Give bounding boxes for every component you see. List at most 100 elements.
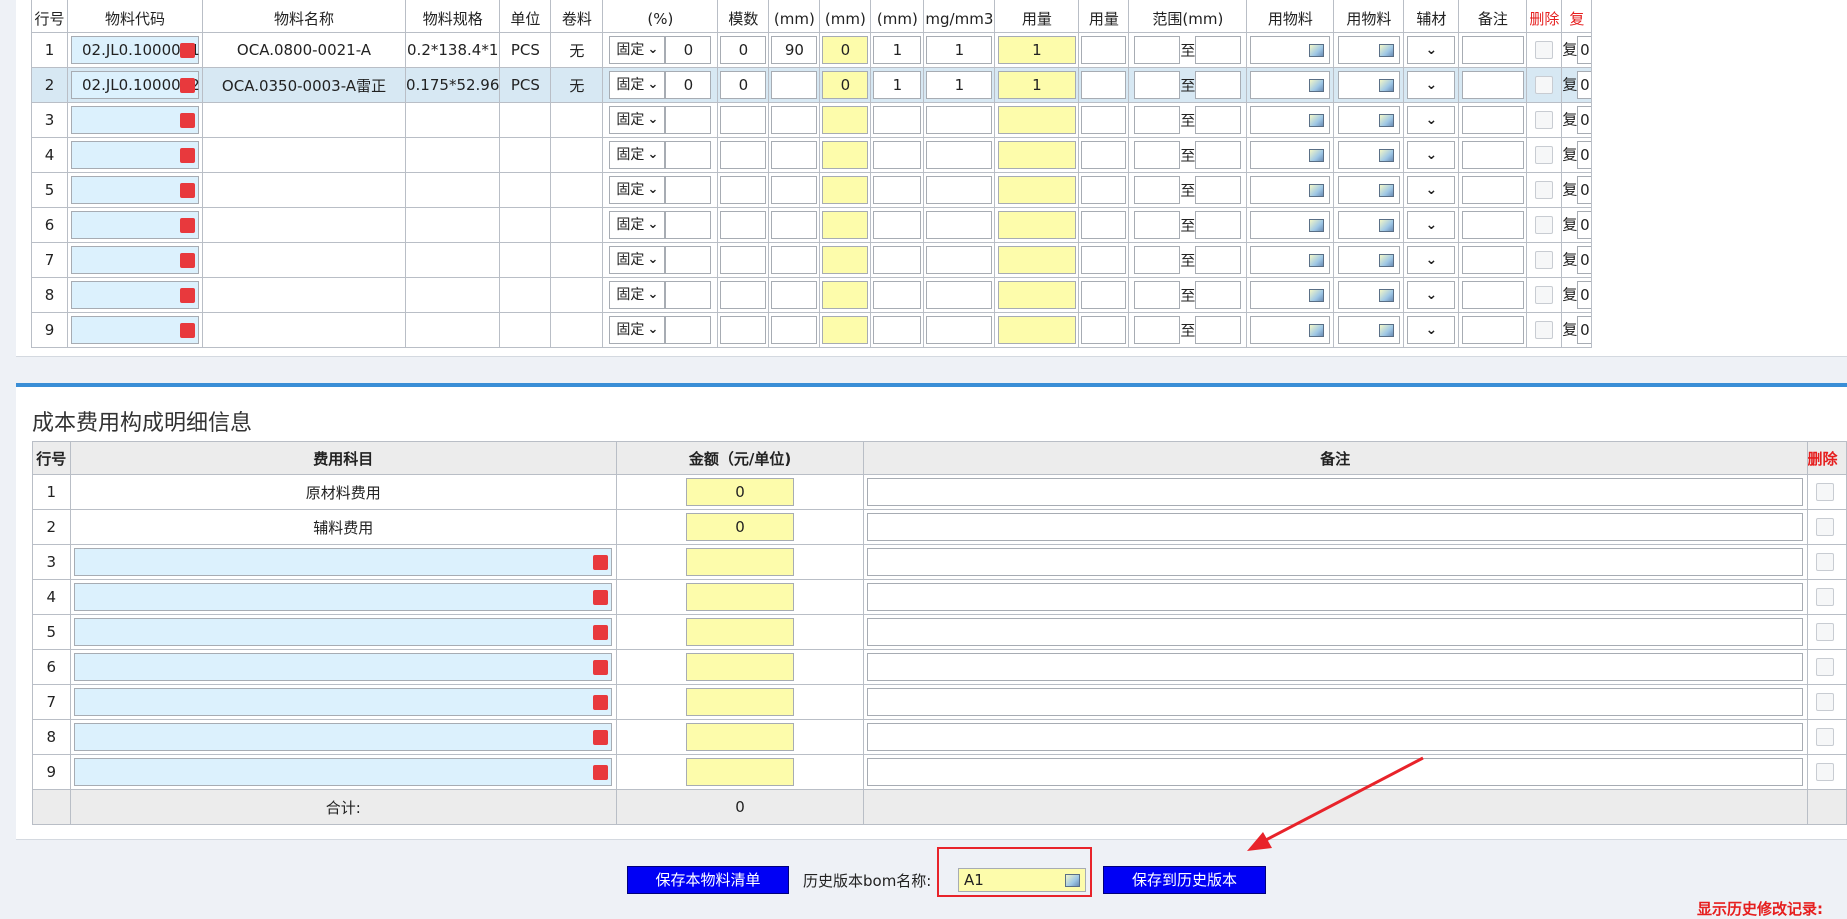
auxiliary-select[interactable]: ⌄ <box>1407 36 1456 64</box>
width-input[interactable]: 0 <box>822 71 869 99</box>
quantity-input[interactable] <box>997 106 1076 134</box>
loss-rate-input[interactable] <box>665 316 712 344</box>
length-input[interactable] <box>771 246 818 274</box>
material-code-input[interactable]: 02.JL0.1000001 <box>71 36 200 64</box>
table-row[interactable]: 3 <box>32 544 1847 580</box>
remark-input[interactable] <box>1461 316 1524 344</box>
quantity-input[interactable]: 1 <box>997 71 1076 99</box>
quantity2-input[interactable] <box>1081 36 1127 64</box>
cost-remark-input[interactable] <box>867 513 1804 541</box>
density-input[interactable] <box>926 141 993 169</box>
table-row[interactable]: 5 <box>32 614 1847 650</box>
type-select[interactable]: 固定 ⌄ <box>609 246 666 274</box>
quantity2-input[interactable] <box>1081 71 1127 99</box>
auxiliary-select[interactable]: ⌄ <box>1407 281 1456 309</box>
length-input[interactable] <box>771 71 818 99</box>
table-row[interactable]: 7 <box>32 684 1847 720</box>
density-input[interactable] <box>926 176 993 204</box>
remark-input[interactable] <box>1461 106 1524 134</box>
table-row[interactable]: 7 固定 ⌄ 至 ⌄ 复 0 <box>31 242 1593 278</box>
range-to-input[interactable] <box>1195 316 1242 344</box>
cost-remark-input[interactable] <box>867 548 1804 576</box>
save-to-history-button[interactable]: 保存到历史版本 <box>1103 866 1266 894</box>
length-input[interactable] <box>771 316 818 344</box>
cost-remark-input[interactable] <box>867 653 1804 681</box>
delete-checkbox[interactable] <box>1535 286 1554 305</box>
clear-icon[interactable] <box>180 113 195 128</box>
cost-item-input[interactable] <box>74 688 613 716</box>
thickness-input[interactable] <box>873 281 922 309</box>
picker-icon[interactable] <box>1309 289 1325 302</box>
table-row[interactable]: 3 固定 ⌄ 至 ⌄ 复 0 <box>31 102 1593 138</box>
remark-input[interactable] <box>1461 281 1524 309</box>
cost-amount-input[interactable]: 0 <box>686 513 795 541</box>
substitute-material-picker[interactable] <box>1250 246 1331 274</box>
table-row[interactable]: 8 固定 ⌄ 至 ⌄ 复 0 <box>31 277 1593 313</box>
cost-remark-input[interactable] <box>867 618 1804 646</box>
common-material-picker[interactable] <box>1337 176 1400 204</box>
density-input[interactable] <box>926 316 993 344</box>
length-input[interactable]: 90 <box>771 36 818 64</box>
type-select[interactable]: 固定 ⌄ <box>609 141 666 169</box>
copy-input[interactable]: 0 <box>1577 106 1591 134</box>
mold-input[interactable] <box>720 176 767 204</box>
delete-checkbox[interactable] <box>1815 693 1834 712</box>
remark-input[interactable] <box>1461 211 1524 239</box>
picker-icon[interactable] <box>1309 219 1325 232</box>
type-select[interactable]: 固定 ⌄ <box>609 36 666 64</box>
density-input[interactable] <box>926 281 993 309</box>
range-to-input[interactable] <box>1195 246 1242 274</box>
picker-icon[interactable] <box>1378 114 1394 127</box>
cost-amount-input[interactable] <box>686 548 795 576</box>
clear-icon[interactable] <box>180 183 195 198</box>
length-input[interactable] <box>771 281 818 309</box>
picker-icon[interactable] <box>1309 79 1325 92</box>
length-input[interactable] <box>771 106 818 134</box>
picker-icon[interactable] <box>1378 254 1394 267</box>
remark-input[interactable] <box>1461 36 1524 64</box>
clear-icon[interactable] <box>593 660 609 675</box>
picker-icon[interactable] <box>1309 254 1325 267</box>
cost-amount-input[interactable] <box>686 618 795 646</box>
picker-icon[interactable] <box>1378 219 1394 232</box>
range-from-input[interactable] <box>1134 211 1181 239</box>
table-row[interactable]: 1 02.JL0.1000001 OCA.0800-0021-A 0.2*138.4*… <box>31 32 1593 68</box>
common-material-picker[interactable] <box>1337 281 1400 309</box>
clear-icon[interactable] <box>593 590 609 605</box>
cost-item-input[interactable] <box>74 758 613 786</box>
length-input[interactable] <box>771 176 818 204</box>
table-row[interactable]: 8 <box>32 719 1847 755</box>
type-select[interactable]: 固定 ⌄ <box>609 176 666 204</box>
picker-icon[interactable] <box>1378 79 1394 92</box>
range-from-input[interactable] <box>1134 281 1181 309</box>
auxiliary-select[interactable]: ⌄ <box>1407 106 1456 134</box>
type-select[interactable]: 固定 ⌄ <box>609 281 666 309</box>
mold-input[interactable] <box>720 141 767 169</box>
mold-input[interactable]: 0 <box>720 71 767 99</box>
table-row[interactable]: 2 02.JL0.1000002 OCA.0350-0003-A雷正 0.175*52… <box>31 67 1593 103</box>
picker-icon[interactable] <box>1309 114 1325 127</box>
range-to-input[interactable] <box>1195 211 1242 239</box>
loss-rate-input[interactable] <box>665 246 712 274</box>
copy-input[interactable]: 0 <box>1577 141 1591 169</box>
substitute-material-picker[interactable] <box>1250 316 1331 344</box>
table-row[interactable]: 6 固定 ⌄ 至 ⌄ 复 0 <box>31 207 1593 243</box>
delete-checkbox[interactable] <box>1535 76 1554 95</box>
cost-item-input[interactable] <box>74 618 613 646</box>
remark-input[interactable] <box>1461 176 1524 204</box>
delete-checkbox[interactable] <box>1535 111 1554 130</box>
table-row[interactable]: 4 固定 ⌄ 至 ⌄ 复 0 <box>31 137 1593 173</box>
loss-rate-input[interactable] <box>665 106 712 134</box>
material-code-input[interactable] <box>71 246 199 274</box>
range-from-input[interactable] <box>1134 316 1181 344</box>
copy-input[interactable]: 0 <box>1577 246 1591 274</box>
cost-item-input[interactable] <box>74 548 613 576</box>
table-row[interactable]: 2 辅料费用 0 <box>32 509 1847 545</box>
quantity2-input[interactable] <box>1081 211 1127 239</box>
delete-checkbox[interactable] <box>1815 728 1834 747</box>
cost-remark-input[interactable] <box>867 583 1804 611</box>
loss-rate-input[interactable]: 0 <box>665 36 712 64</box>
loss-rate-input[interactable] <box>665 141 712 169</box>
range-from-input[interactable] <box>1134 246 1181 274</box>
thickness-input[interactable] <box>873 141 922 169</box>
